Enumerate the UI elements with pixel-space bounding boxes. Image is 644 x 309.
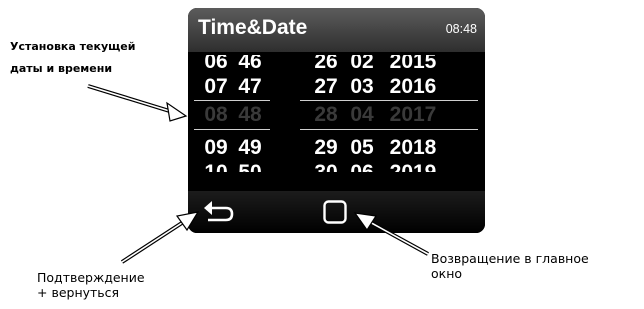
title-bar: Time&Date 08:48 [188,8,485,52]
day-value[interactable]: 30 [306,160,346,172]
date-time-picker[interactable]: 06 46 26 02 2015 07 47 27 03 2016 08 48 … [188,53,485,191]
home-button[interactable] [322,199,348,225]
picker-row-prev2: 06 46 26 02 2015 [188,53,485,75]
back-arrow-icon [204,201,234,222]
annotation-line: Установка текущей [10,40,136,53]
selection-line-date-bottom [300,129,478,130]
annotation-set-date-time: Установка текущей даты и времени [10,36,170,80]
year-value[interactable]: 2015 [384,55,442,75]
picker-row-prev: 07 47 27 03 2016 [188,74,485,100]
annotation-return-home: Возвращение в главное окно [431,251,641,281]
home-square-icon [323,200,347,224]
minute-value[interactable]: 47 [230,74,270,100]
navigation-bar [188,191,485,233]
app-title: Time&Date [198,16,308,39]
arrow-to-back-button [120,211,200,264]
annotation-line: окно [431,266,463,281]
month-value[interactable]: 02 [342,55,382,75]
day-value[interactable]: 27 [306,74,346,100]
picker-row-next2: 10 50 30 06 2019 [188,160,485,186]
picker-row-selected: 08 48 28 04 2017 [188,102,485,128]
month-value-selected[interactable]: 04 [342,102,382,128]
minute-value[interactable]: 49 [230,135,270,161]
day-value[interactable]: 29 [306,135,346,161]
minute-value-selected[interactable]: 48 [230,102,270,128]
picker-row-next: 09 49 29 05 2018 [188,135,485,161]
month-value[interactable]: 03 [342,74,382,100]
status-clock: 08:48 [445,22,477,36]
minute-value[interactable]: 50 [230,160,270,172]
minute-value[interactable]: 46 [230,55,270,75]
month-value[interactable]: 05 [342,135,382,161]
selection-line-time-top [194,100,270,101]
annotation-confirm-back: Подтверждение + вернуться [37,270,197,300]
annotation-line: Возвращение в главное [431,251,589,266]
selection-line-time-bottom [194,129,270,130]
selection-line-date-top [300,100,478,101]
annotation-line: + вернуться [37,285,120,300]
day-value[interactable]: 26 [306,55,346,75]
day-value-selected[interactable]: 28 [306,102,346,128]
month-value[interactable]: 06 [342,160,382,172]
year-value-selected[interactable]: 2017 [384,102,442,128]
year-value[interactable]: 2016 [384,74,442,100]
device-screen: Time&Date 08:48 06 46 26 02 2015 07 47 2… [188,8,485,233]
arrow-to-picker [87,84,188,122]
back-button[interactable] [202,197,236,227]
annotation-line: Подтверждение [37,270,145,285]
year-value[interactable]: 2019 [384,160,442,172]
annotation-line: даты и времени [10,62,113,75]
year-value[interactable]: 2018 [384,135,442,161]
